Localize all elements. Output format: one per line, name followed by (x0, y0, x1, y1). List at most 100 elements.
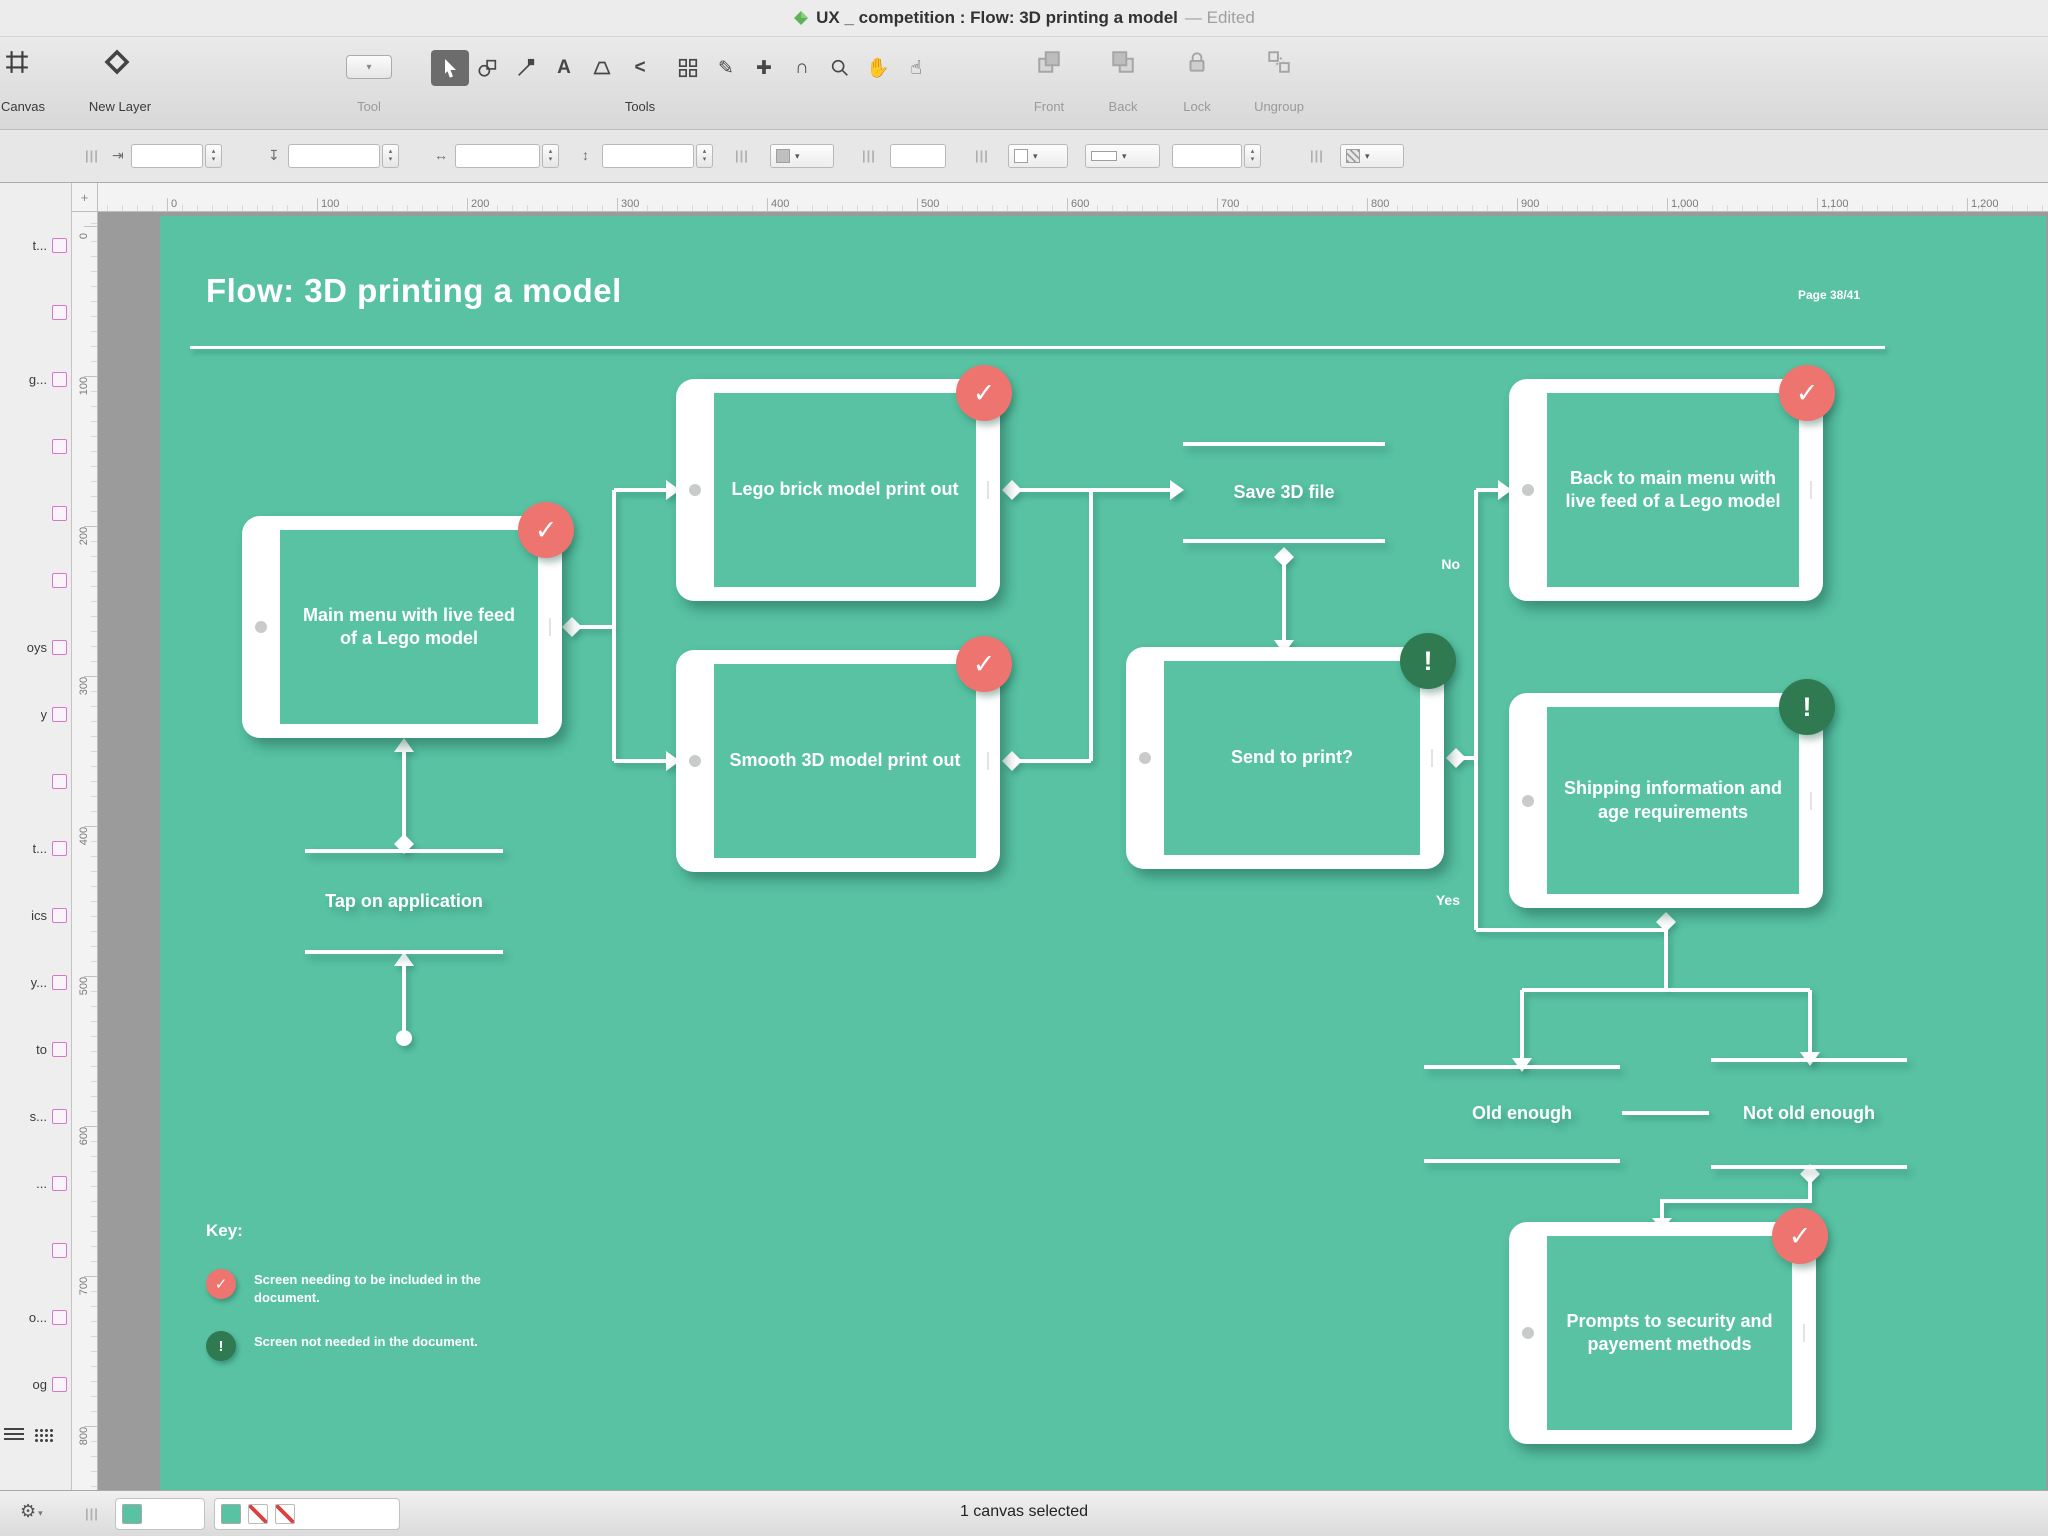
bring-front-icon[interactable] (1036, 49, 1062, 80)
layer-list-item[interactable]: y (0, 702, 72, 726)
flow-node-lego-brick[interactable]: Lego brick model print out ✓ (676, 379, 1000, 601)
layer-list-item[interactable]: s... (0, 1104, 72, 1128)
tool-button-label: Tool (340, 99, 398, 114)
fill-dropdown[interactable]: ▾ (770, 144, 834, 168)
pattern-dropdown[interactable]: ▾ (1340, 144, 1404, 168)
flow-node-back-to-main[interactable]: Back to main menu with live feed of a Le… (1509, 379, 1823, 601)
height-input[interactable] (602, 144, 694, 168)
flow-node-label: Not old enough (1743, 1102, 1875, 1125)
vector-tool-button[interactable] (507, 50, 545, 86)
tablet-home-line (987, 481, 989, 499)
artboard-tool-button[interactable] (583, 50, 621, 86)
tool-dropdown[interactable]: ▾ (346, 55, 392, 79)
layer-list-item[interactable]: oys (0, 635, 72, 659)
ruler-label: 900 (1521, 198, 1539, 210)
width-stepper[interactable]: ▴▾ (542, 144, 559, 168)
canvas-button-label[interactable]: Canvas (0, 99, 58, 114)
lock-icon[interactable] (1184, 49, 1210, 80)
zoom-tool-button[interactable] (821, 50, 859, 86)
ruler-label: 600 (78, 1116, 90, 1156)
lock-button-label: Lock (1164, 99, 1230, 114)
transform-tool-button[interactable]: ✚ (745, 50, 783, 86)
new-layer-button-label[interactable]: New Layer (72, 99, 168, 114)
flow-key: Key: ✓ Screen needing to be included in … (206, 1221, 494, 1385)
canvas-icon[interactable] (4, 49, 30, 80)
artboard[interactable]: Flow: 3D printing a model Page 38/41 (160, 216, 2046, 1490)
shape-tool-button[interactable] (469, 50, 507, 86)
opacity-input[interactable] (890, 144, 946, 168)
layer-list-item[interactable]: g... (0, 367, 72, 391)
flow-node-label: Main menu with live feed of a Lego model (292, 604, 526, 651)
select-tool-button[interactable] (431, 50, 469, 86)
magnet-tool-button[interactable]: ∩ (783, 50, 821, 86)
layer-list-item[interactable]: t... (0, 233, 72, 257)
list-view-icon[interactable] (4, 1428, 24, 1442)
ruler-label: 100 (78, 366, 90, 406)
y-position-stepper[interactable]: ▴▾ (382, 144, 399, 168)
horizontal-ruler[interactable]: 01002003004005006007008009001,0001,1001,… (98, 183, 2048, 212)
vertical-ruler[interactable]: 0100200300400500600700800 (72, 212, 98, 1490)
height-stepper[interactable]: ▴▾ (696, 144, 713, 168)
pen-icon (515, 57, 537, 79)
hand-icon: ✋ (866, 56, 890, 80)
ruler-label: 300 (78, 666, 90, 706)
flow-node-save-file[interactable]: Save 3D file (1183, 442, 1385, 543)
border-width-input[interactable] (1172, 144, 1242, 168)
layer-list-item[interactable]: t... (0, 836, 72, 860)
ruler-label: 700 (78, 1266, 90, 1306)
x-position-stepper[interactable]: ▴▾ (205, 144, 222, 168)
insert-tool-button[interactable]: < (621, 50, 659, 86)
layer-list-item[interactable] (0, 1238, 72, 1262)
key-title: Key: (206, 1221, 494, 1241)
layer-list-item[interactable]: y... (0, 970, 72, 994)
toolbar: Canvas New Layer ▾ Tool A < ✎ ✚ ∩ ✋ (0, 37, 2048, 130)
layer-list-item[interactable]: ics (0, 903, 72, 927)
x-position-input[interactable] (131, 144, 203, 168)
layer-list-item[interactable] (0, 769, 72, 793)
text-tool-button[interactable]: A (545, 50, 583, 86)
flow-node-tap-application[interactable]: Tap on application (305, 849, 503, 954)
layer-list-item[interactable] (0, 300, 72, 324)
new-layer-icon[interactable] (102, 47, 132, 82)
symbol-tool-button[interactable] (669, 50, 707, 86)
layer-list-item[interactable]: o... (0, 1305, 72, 1329)
flow-node-prompts[interactable]: Prompts to security and payement methods… (1509, 1222, 1816, 1444)
pencil-tool-button[interactable]: ✎ (707, 50, 745, 86)
layer-list-item[interactable]: ... (0, 1171, 72, 1195)
flow-node-shipping[interactable]: Shipping information and age requirement… (1509, 693, 1823, 908)
y-position-input[interactable] (288, 144, 380, 168)
grid-view-icon[interactable] (34, 1428, 54, 1442)
layer-list-item[interactable]: to (0, 1037, 72, 1061)
flow-node-main-menu[interactable]: Main menu with live feed of a Lego model… (242, 516, 562, 738)
artboard-icon (52, 707, 67, 722)
flow-node-send-to-print[interactable]: Send to print? ! (1126, 647, 1444, 869)
window-edited-flag: — Edited (1185, 8, 1255, 28)
ruler-label: 700 (1221, 198, 1239, 210)
layer-list-item[interactable]: og (0, 1372, 72, 1396)
width-icon: ↔ (434, 147, 448, 163)
artboard-icon (52, 238, 67, 253)
layer-list-item[interactable] (0, 434, 72, 458)
ruler-label: 0 (78, 216, 90, 256)
ruler-label: 200 (471, 198, 489, 210)
ungroup-icon[interactable] (1266, 49, 1292, 80)
flow-node-smooth-3d[interactable]: Smooth 3D model print out ✓ (676, 650, 1000, 872)
hand-tool-button[interactable]: ✋ (859, 50, 897, 86)
badge-check-icon: ✓ (518, 502, 574, 558)
artboard-icon (52, 506, 67, 521)
border-color-dropdown[interactable]: ▾ (1008, 144, 1068, 168)
border-width-stepper[interactable]: ▴▾ (1244, 144, 1261, 168)
layer-label: y (41, 707, 48, 722)
send-back-icon[interactable] (1110, 49, 1136, 80)
chevron-down-icon: ▾ (1122, 151, 1127, 162)
front-button-label: Front (1016, 99, 1082, 114)
point-tool-button[interactable]: ☝ (897, 50, 935, 86)
canvas-area[interactable]: Flow: 3D printing a model Page 38/41 (98, 212, 2048, 1490)
flow-node-old-enough[interactable]: Old enough (1424, 1065, 1620, 1163)
window-title: UX _ competition : Flow: 3D printing a m… (816, 8, 1178, 28)
layer-list-item[interactable] (0, 568, 72, 592)
border-style-dropdown[interactable]: ▾ (1085, 144, 1160, 168)
flow-node-not-old-enough[interactable]: Not old enough (1711, 1058, 1907, 1169)
width-input[interactable] (455, 144, 540, 168)
layer-list-item[interactable] (0, 501, 72, 525)
